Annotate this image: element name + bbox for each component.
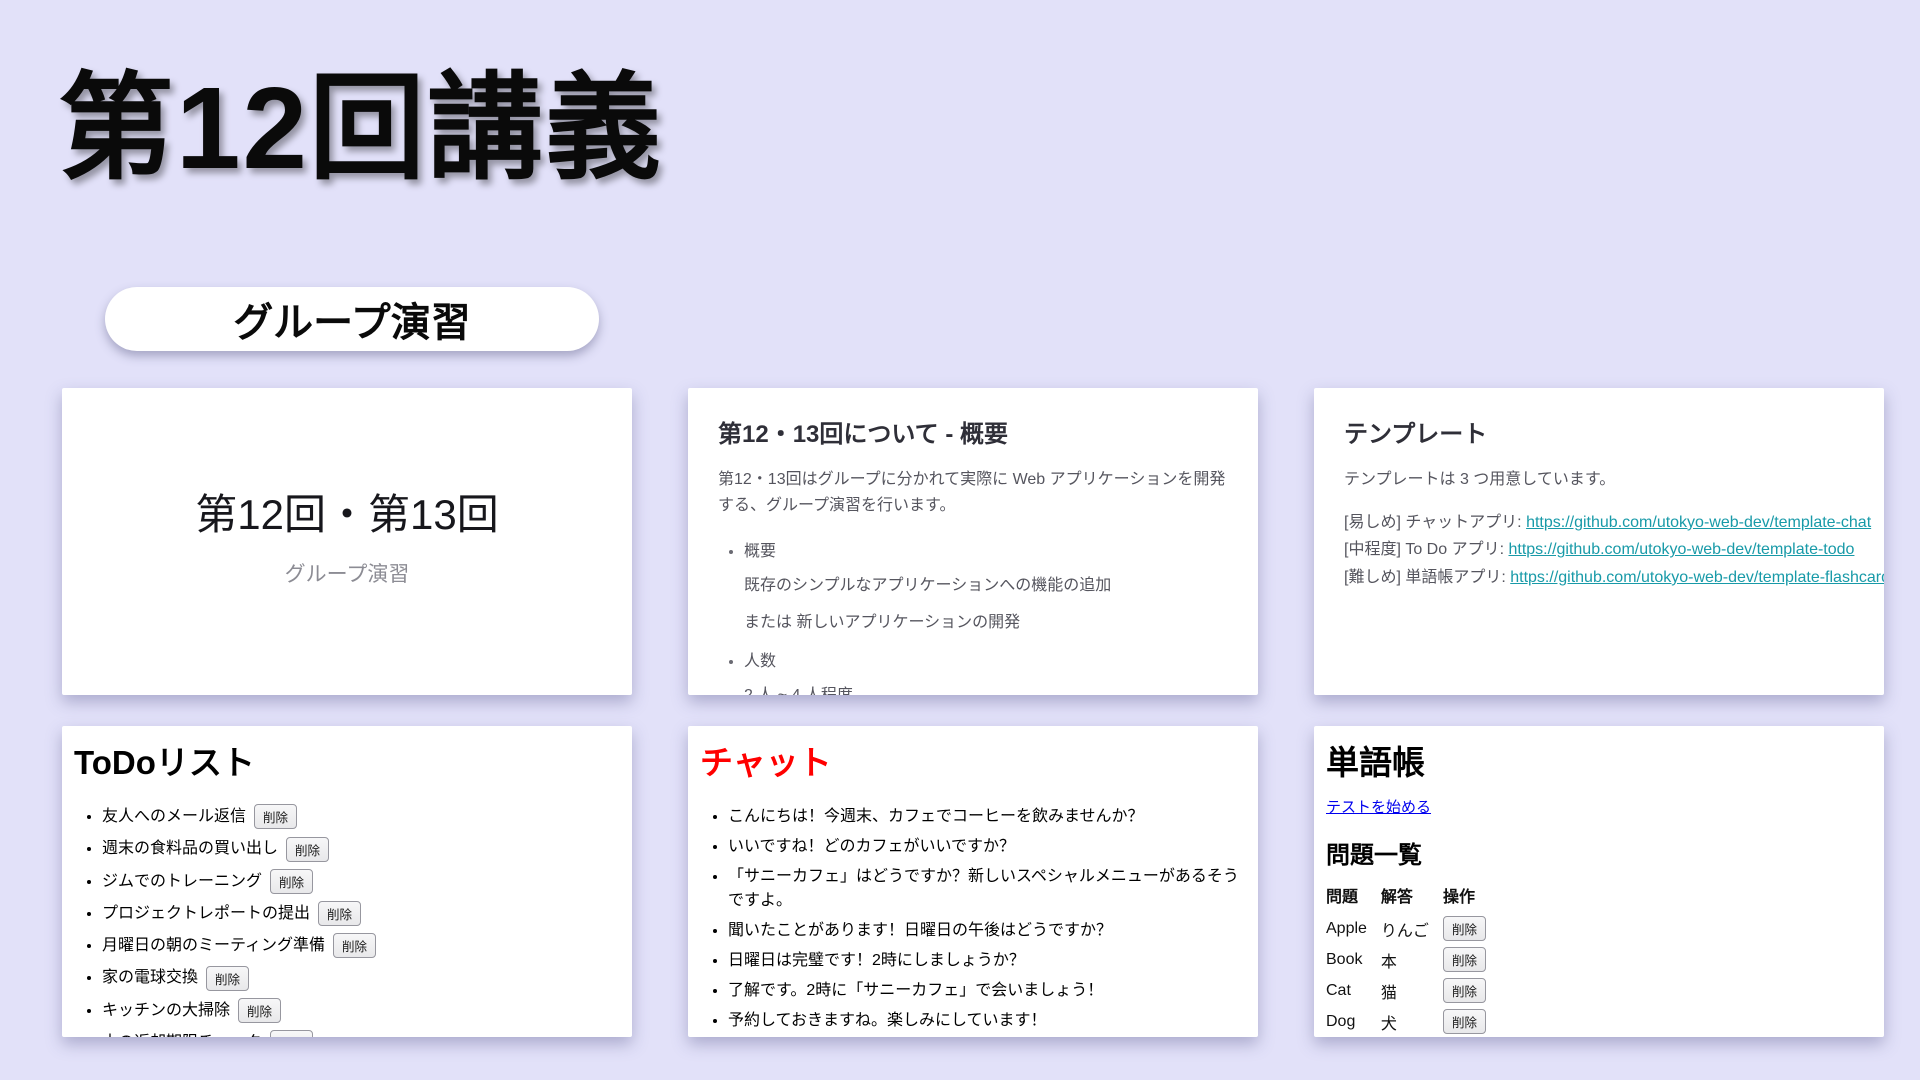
overview-bullet: 概要既存のシンプルなアプリケーションへの機能の追加または 新しいアプリケーション… — [744, 537, 1228, 635]
todo-delete-button[interactable]: 削除 — [318, 901, 361, 926]
todo-item-text: 月曜日の朝のミーティング準備 — [102, 937, 325, 954]
slide-overview-card: 第12・13回について - 概要 第12・13回はグループに分かれて実際に We… — [688, 388, 1258, 695]
todo-delete-button[interactable]: 削除 — [206, 966, 249, 991]
flashcard-delete-button[interactable]: 削除 — [1443, 916, 1486, 941]
todo-item-text: 週末の食料品の買い出し — [102, 840, 278, 857]
flashcard-question: Dog — [1326, 1006, 1381, 1037]
bullet-label: 概要 — [744, 537, 1228, 561]
flashcard-question: Book — [1326, 944, 1381, 975]
flashcard-column-header: 問題 — [1326, 880, 1381, 913]
todo-delete-button[interactable]: 削除 — [254, 804, 297, 829]
slide-cover-card: 第12回・第13回 グループ演習 — [62, 388, 632, 695]
todo-item-text: ジムでのトレーニング — [102, 873, 262, 890]
todo-item-text: 家の電球交換 — [102, 969, 198, 986]
cards-grid: 第12回・第13回 グループ演習 第12・13回について - 概要 第12・13… — [62, 388, 1884, 1037]
bullet-detail: 既存のシンプルなアプリケーションへの機能の追加 — [744, 574, 1228, 598]
todo-item: 家の電球交換削除 — [102, 963, 620, 990]
chat-message: 私もです！それでは日曜日に！ — [728, 1036, 1246, 1037]
template-link-prefix: [易しめ] チャットアプリ: — [1344, 514, 1526, 531]
todo-item-text: キッチンの大掃除 — [102, 1002, 230, 1019]
overview-bullet: 人数 2 人 ~ 4 人程度 — [744, 647, 1228, 695]
todo-item-text: 本の返却期限チェック — [102, 1034, 262, 1037]
page-title: 第12回講義 — [58, 34, 663, 202]
flashcard-row: Book本削除 — [1326, 944, 1500, 975]
flashcard-answer: りんご — [1381, 913, 1443, 944]
flashcard-actions-cell: 削除 — [1443, 913, 1500, 944]
chat-message: 了解です。2時に「サニーカフェ」で会いましょう！ — [728, 976, 1246, 1000]
flashcard-title: 単語帳 — [1326, 736, 1872, 784]
template-link[interactable]: https://github.com/utokyo-web-dev/templa… — [1508, 541, 1854, 558]
todo-item: 友人へのメール返信削除 — [102, 802, 620, 829]
flashcard-column-header: 解答 — [1381, 880, 1443, 913]
flashcard-answer: 猫 — [1381, 975, 1443, 1006]
template-link-line: [易しめ] チャットアプリ: https://github.com/utokyo… — [1344, 509, 1854, 537]
flashcard-app-card: 単語帳 テストを始める 問題一覧 問題解答操作 Appleりんご削除Book本削… — [1314, 726, 1884, 1037]
chat-message-list: こんにちは！今週末、カフェでコーヒーを飲みませんか？ いいですね！どのカフェがいい… — [700, 802, 1246, 1037]
todo-delete-button[interactable]: 削除 — [333, 933, 376, 958]
chat-title: チャット — [700, 736, 1246, 784]
group-exercise-badge: グループ演習 — [105, 287, 599, 351]
slide-template-title: テンプレート — [1344, 414, 1854, 449]
todo-delete-button[interactable]: 削除 — [238, 998, 281, 1023]
chat-message: 日曜日は完璧です！2時にしましょうか？ — [728, 946, 1246, 970]
flashcard-actions-cell: 削除 — [1443, 975, 1500, 1006]
slide-template-card: テンプレート テンプレートは 3 つ用意しています。 [易しめ] チャットアプリ… — [1314, 388, 1884, 695]
flashcard-answer: 本 — [1381, 944, 1443, 975]
template-link-prefix: [難しめ] 単語帳アプリ: — [1344, 569, 1510, 586]
chat-message: 「サニーカフェ」はどうですか？新しいスペシャルメニューがあるそうですよ。 — [728, 862, 1246, 910]
todo-item: 本の返却期限チェック 削除 — [102, 1028, 620, 1037]
todo-item: ジムでのトレーニング削除 — [102, 867, 620, 894]
todo-app-card: ToDoリスト 友人へのメール返信削除週末の食料品の買い出し削除ジムでのトレーニ… — [62, 726, 632, 1037]
todo-item: 週末の食料品の買い出し削除 — [102, 834, 620, 861]
flashcard-row: Cat猫削除 — [1326, 975, 1500, 1006]
flashcard-question: Cat — [1326, 975, 1381, 1006]
flashcard-table-header-row: 問題解答操作 — [1326, 880, 1500, 913]
bullet-detail: または 新しいアプリケーションの開発 — [744, 611, 1228, 635]
chat-app-card: チャット こんにちは！今週末、カフェでコーヒーを飲みませんか？ いいですね！どのカ… — [688, 726, 1258, 1037]
todo-item-text: プロジェクトレポートの提出 — [102, 905, 310, 922]
todo-item-text: 友人へのメール返信 — [102, 808, 246, 825]
slide-template-intro: テンプレートは 3 つ用意しています。 — [1344, 467, 1854, 493]
overview-bullet-list: 概要既存のシンプルなアプリケーションへの機能の追加または 新しいアプリケーション… — [718, 537, 1228, 695]
flashcard-answer: 犬 — [1381, 1006, 1443, 1037]
flashcard-column-header: 操作 — [1443, 880, 1500, 913]
chat-message: 聞いたことがあります！日曜日の午後はどうですか？ — [728, 916, 1246, 940]
flashcard-row: Dog犬削除 — [1326, 1006, 1500, 1037]
bullet-label: 人数 — [744, 647, 1228, 671]
template-link[interactable]: https://github.com/utokyo-web-dev/templa… — [1526, 514, 1871, 531]
flashcard-actions-cell: 削除 — [1443, 1006, 1500, 1037]
chat-message: こんにちは！今週末、カフェでコーヒーを飲みませんか？ — [728, 802, 1246, 826]
todo-item: 月曜日の朝のミーティング準備削除 — [102, 931, 620, 958]
slide-cover-title: 第12回・第13回 — [195, 481, 498, 542]
slide-overview-title: 第12・13回について - 概要 — [718, 414, 1228, 449]
todo-item: キッチンの大掃除削除 — [102, 996, 620, 1023]
flashcard-delete-button[interactable]: 削除 — [1443, 1009, 1486, 1034]
chat-message: 予約しておきますね。楽しみにしています！ — [728, 1006, 1246, 1030]
chat-message: いいですね！どのカフェがいいですか？ — [728, 832, 1246, 856]
start-test-link[interactable]: テストを始める — [1326, 799, 1431, 816]
todo-item: プロジェクトレポートの提出削除 — [102, 899, 620, 926]
todo-title: ToDoリスト — [74, 736, 620, 784]
flashcard-delete-button[interactable]: 削除 — [1443, 947, 1486, 972]
todo-delete-button[interactable]: 削除 — [286, 837, 329, 862]
flashcard-table: 問題解答操作 Appleりんご削除Book本削除Cat猫削除Dog犬削除 — [1326, 880, 1500, 1037]
flashcard-actions-cell: 削除 — [1443, 944, 1500, 975]
todo-delete-button[interactable]: 削除 — [270, 869, 313, 894]
template-link-list: [易しめ] チャットアプリ: https://github.com/utokyo… — [1344, 509, 1854, 592]
question-list-heading: 問題一覧 — [1326, 835, 1872, 870]
template-link-line: [中程度] To Do アプリ: https://github.com/utok… — [1344, 536, 1854, 564]
bullet-detail: 2 人 ~ 4 人程度 — [744, 684, 1228, 695]
flashcard-row: Appleりんご削除 — [1326, 913, 1500, 944]
template-link[interactable]: https://github.com/utokyo-web-dev/templa… — [1510, 569, 1884, 586]
flashcard-delete-button[interactable]: 削除 — [1443, 978, 1486, 1003]
slide-overview-intro: 第12・13回はグループに分かれて実際に Web アプリケーションを開発する、グ… — [718, 467, 1228, 519]
todo-delete-button[interactable]: 削除 — [270, 1030, 313, 1037]
template-link-line: [難しめ] 単語帳アプリ: https://github.com/utokyo-… — [1344, 564, 1854, 592]
flashcard-question: Apple — [1326, 913, 1381, 944]
slide-cover-subtitle: グループ演習 — [285, 558, 410, 588]
template-link-prefix: [中程度] To Do アプリ: — [1344, 541, 1508, 558]
todo-list: 友人へのメール返信削除週末の食料品の買い出し削除ジムでのトレーニング削除プロジェ… — [74, 802, 620, 1037]
